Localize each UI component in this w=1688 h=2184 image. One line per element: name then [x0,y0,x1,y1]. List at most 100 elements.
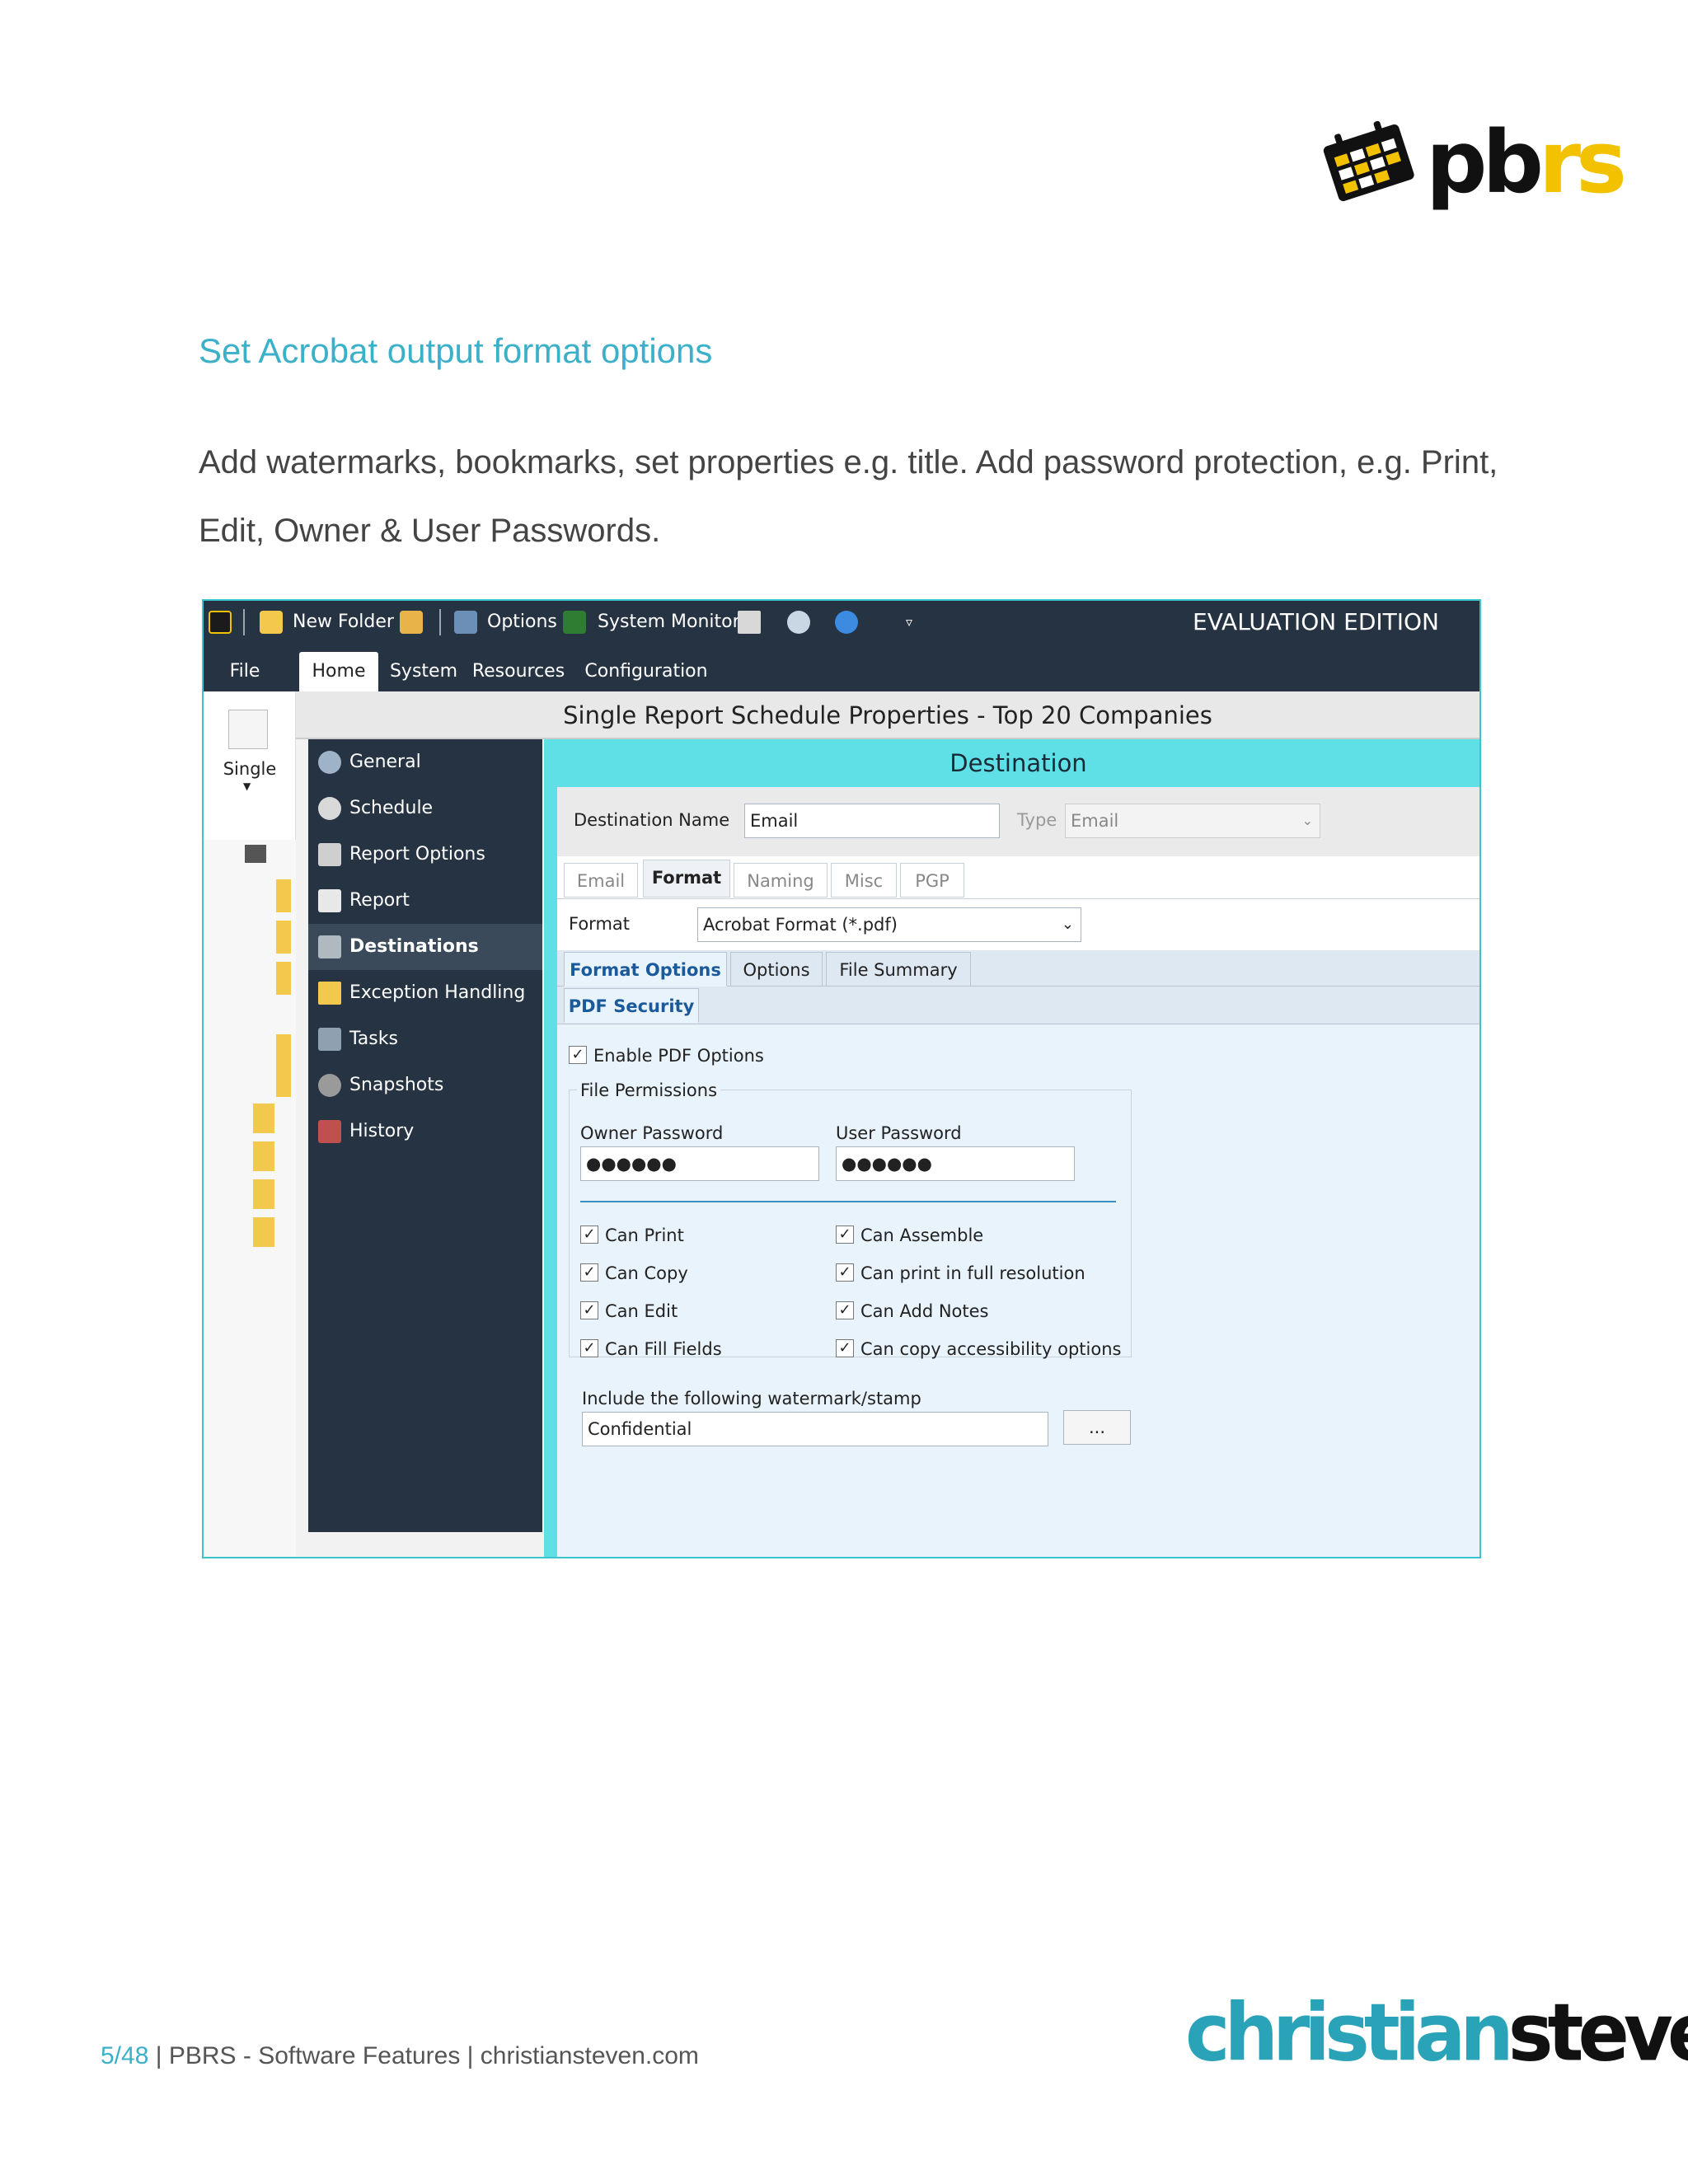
options-button[interactable]: Options [487,601,557,644]
menu-configuration[interactable]: Configuration [576,652,716,691]
nav-label: History [349,1121,415,1141]
single-schedule-icon[interactable] [228,710,268,749]
enable-pdf-checkbox[interactable]: ✓ [569,1046,587,1064]
nav-label: Report [349,890,410,911]
nav-tasks[interactable]: Tasks [308,1016,542,1062]
folder-icon[interactable] [276,1034,291,1067]
destination-tabs: Email Format Naming Misc PGP [557,856,1479,899]
help-icon[interactable] [835,611,858,634]
can-assemble-checkbox[interactable]: ✓ [836,1226,854,1244]
dropdown-arrow-icon[interactable]: ▼ [243,780,251,792]
tab-email[interactable]: Email [564,863,638,898]
format-select[interactable]: Acrobat Format (*.pdf) ⌄ [697,907,1081,942]
nav-snapshots[interactable]: Snapshots [308,1062,542,1108]
can-assemble-label: Can Assemble [860,1226,984,1245]
menu-home[interactable]: Home [299,652,378,691]
toolbar-separator [243,609,245,635]
can-fill-fields-label: Can Fill Fields [605,1339,722,1359]
watermark-browse-button[interactable]: ... [1063,1410,1131,1445]
history-icon [318,1120,341,1143]
wizard-icon[interactable] [400,611,423,634]
can-fill-fields-checkbox[interactable]: ✓ [580,1339,598,1357]
can-copy-label: Can Copy [605,1263,688,1283]
can-print-full-resolution-label: Can print in full resolution [860,1263,1085,1283]
report-options-icon [318,843,341,866]
system-monitor-button[interactable]: System Monitor [598,601,740,644]
nav-schedule[interactable]: Schedule [308,785,542,832]
can-print-checkbox[interactable]: ✓ [580,1226,598,1244]
tab-format-options[interactable]: Format Options [564,952,727,987]
nav-label: Destinations [349,936,479,957]
owner-password-input[interactable]: ●●●●●● [580,1146,819,1181]
folder-icon[interactable] [253,1217,274,1247]
nav-label: Tasks [349,1029,398,1049]
pbrs-logo: pbrs [1319,115,1627,210]
can-print-full-resolution-checkbox[interactable]: ✓ [836,1263,854,1282]
options-icon[interactable] [454,611,477,634]
folder-icon[interactable] [276,921,291,954]
nav-history[interactable]: History [308,1108,542,1155]
info-icon [318,751,341,774]
type-select[interactable]: Email ⌄ [1065,804,1320,838]
folder-icon[interactable] [253,1141,274,1171]
folder-icon[interactable] [276,879,291,912]
tab-format[interactable]: Format [643,860,730,898]
menu-system[interactable]: System [387,652,461,691]
type-label: Type [1017,810,1057,830]
folder-icon[interactable] [253,1179,274,1209]
nav-label: Report Options [349,844,485,865]
nav-report[interactable]: Report [308,878,542,924]
tab-options[interactable]: Options [730,952,823,987]
destination-name-input[interactable]: Email [744,804,1000,838]
tree-node-icon[interactable] [245,845,266,863]
can-copy-checkbox[interactable]: ✓ [580,1263,598,1282]
destination-name-label: Destination Name [574,810,730,830]
nav-report-options[interactable]: Report Options [308,832,542,878]
folder-tree [204,840,296,1557]
watermark-input[interactable]: Confidential [582,1412,1048,1446]
nav-label: General [349,752,421,772]
tab-naming[interactable]: Naming [734,863,828,898]
security-tabs: PDF Security [557,987,1479,1024]
customize-toolbar-icon[interactable]: ▿ [906,601,912,644]
clipboard-icon[interactable] [738,611,761,634]
single-schedule-button[interactable]: Single [204,759,296,779]
warning-icon [318,982,341,1005]
format-options-tabs: Format Options Options File Summary [557,950,1479,987]
new-folder-button[interactable]: New Folder [293,601,394,644]
tab-file-summary[interactable]: File Summary [826,952,971,987]
report-icon [318,889,341,912]
nav-exception-handling[interactable]: Exception Handling [308,970,542,1016]
destination-panel: Destination Destination Name Email Type … [544,739,1479,1557]
tab-misc[interactable]: Misc [831,863,897,898]
enable-pdf-label: Enable PDF Options [593,1046,764,1066]
folder-icon[interactable] [276,962,291,995]
info-icon[interactable] [787,611,810,634]
can-edit-checkbox[interactable]: ✓ [580,1301,598,1319]
can-print-label: Can Print [605,1226,684,1245]
tasks-icon [318,1028,341,1051]
can-add-notes-checkbox[interactable]: ✓ [836,1301,854,1319]
tab-pgp[interactable]: PGP [900,863,964,898]
nav-general[interactable]: General [308,739,542,785]
folder-icon[interactable] [253,1104,274,1133]
format-label: Format [569,914,631,934]
section-heading: Set Acrobat output format options [199,331,713,370]
tab-pdf-security[interactable]: PDF Security [564,988,699,1023]
page-footer: 5/48 | PBRS - Software Features | christ… [101,2042,699,2070]
folder-icon[interactable] [276,1067,291,1097]
clock-icon [318,797,341,820]
can-edit-label: Can Edit [605,1301,678,1321]
can-copy-accessibility-checkbox[interactable]: ✓ [836,1339,854,1357]
new-folder-icon[interactable] [260,611,283,634]
chevron-down-icon: ⌄ [1061,916,1074,933]
toolbar-separator [439,609,441,635]
menu-resources[interactable]: Resources [469,652,568,691]
menu-file[interactable]: File [212,652,278,691]
system-monitor-icon[interactable] [563,611,586,634]
app-icon[interactable] [209,611,232,634]
nav-destinations[interactable]: Destinations [308,924,542,970]
user-password-input[interactable]: ●●●●●● [836,1146,1075,1181]
can-add-notes-label: Can Add Notes [860,1301,989,1321]
can-copy-accessibility-label: Can copy accessibility options [860,1339,1122,1359]
